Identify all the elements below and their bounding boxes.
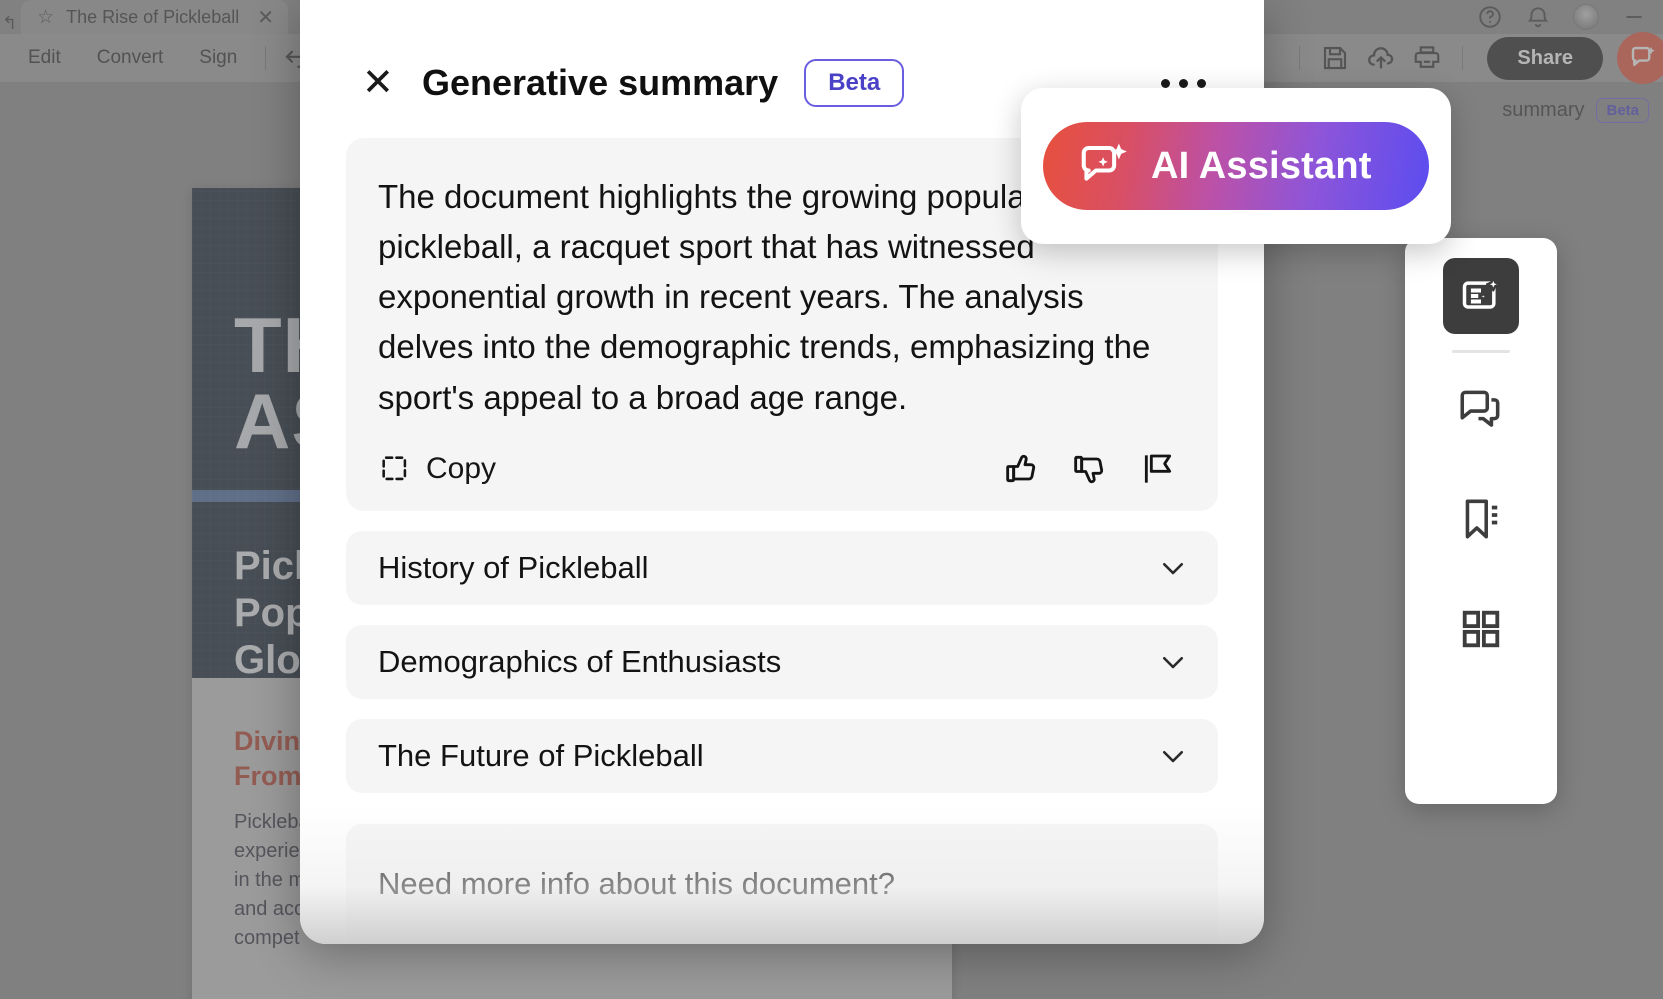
ai-assistant-label: AI Assistant: [1151, 144, 1372, 187]
need-more-info-label: Need more info about this document?: [378, 866, 895, 901]
accordion-section[interactable]: The Future of Pickleball: [346, 718, 1218, 793]
document-hero-subtitle: Picl Pop Glo: [234, 544, 310, 678]
print-icon[interactable]: [1406, 41, 1448, 75]
accordion-section[interactable]: History of Pickleball: [346, 530, 1218, 605]
toolbar-divider: [265, 46, 267, 70]
avatar[interactable]: [1573, 4, 1599, 30]
accordion-label: Demographics of Enthusiasts: [378, 643, 782, 679]
save-icon[interactable]: [1314, 41, 1356, 75]
chevron-down-icon[interactable]: [1158, 647, 1188, 677]
toolbar-right-group: Share: [1289, 32, 1663, 84]
menu-sign[interactable]: Sign: [181, 41, 255, 75]
thumbs-up-icon[interactable]: [1002, 449, 1042, 489]
window-controls: [1477, 0, 1663, 34]
ai-assistant-icon: [1077, 139, 1131, 193]
tab-title: The Rise of Pickleball: [66, 6, 240, 27]
menu-convert[interactable]: Convert: [79, 41, 182, 75]
minimize-icon[interactable]: [1621, 4, 1647, 30]
right-tool-rail: [1405, 238, 1557, 804]
need-more-info-card[interactable]: Need more info about this document?: [346, 824, 1218, 944]
accordion-label: The Future of Pickleball: [378, 737, 704, 773]
app-root: TH AS Picl Pop Glo Divin From Pickleba experi…: [0, 0, 1663, 999]
ai-assistant-callout: AI Assistant: [1021, 88, 1451, 244]
subheader-beta-badge: Beta: [1596, 97, 1649, 123]
toolbar-divider-2: [1299, 46, 1301, 70]
help-icon[interactable]: [1477, 4, 1503, 30]
subheader-title: summary: [1502, 98, 1585, 121]
accordion-label: History of Pickleball: [378, 549, 649, 585]
toolbar-divider-3: [1462, 46, 1464, 70]
feedback-group: [1002, 449, 1186, 489]
ai-assistant-button[interactable]: AI Assistant: [1043, 122, 1429, 210]
bell-icon[interactable]: [1525, 4, 1551, 30]
rail-item-all-tools[interactable]: [1443, 591, 1519, 667]
page-title: Generative summary: [422, 62, 779, 103]
more-options-icon[interactable]: [1161, 78, 1220, 88]
copy-label: Copy: [426, 451, 497, 485]
chevron-down-icon[interactable]: [1158, 553, 1188, 583]
star-icon[interactable]: ☆: [37, 8, 54, 27]
rail-item-bookmarks[interactable]: [1443, 481, 1519, 557]
status-badge: Beta: [804, 59, 905, 107]
rail-item-generative-summary[interactable]: [1443, 258, 1519, 334]
share-button[interactable]: Share: [1487, 36, 1603, 80]
accordion-section[interactable]: Demographics of Enthusiasts: [346, 624, 1218, 699]
copy-icon: [378, 452, 412, 486]
browser-tab[interactable]: ☆ The Rise of Pickleball ✕: [21, 0, 288, 34]
rail-divider: [1452, 350, 1510, 353]
ai-assistant-icon[interactable]: [1617, 32, 1663, 84]
rail-item-comments[interactable]: [1443, 371, 1519, 447]
summary-actions: Copy: [378, 449, 1186, 489]
back-arrow-icon[interactable]: ↰: [0, 13, 21, 34]
flag-icon[interactable]: [1138, 449, 1178, 489]
chevron-down-icon[interactable]: [1158, 741, 1188, 771]
copy-button[interactable]: Copy: [378, 452, 496, 486]
close-icon[interactable]: ✕: [362, 64, 402, 102]
menu-edit[interactable]: Edit: [10, 41, 79, 75]
close-icon[interactable]: ✕: [257, 5, 274, 30]
cloud-upload-icon[interactable]: [1360, 41, 1402, 75]
thumbs-down-icon[interactable]: [1070, 449, 1110, 489]
